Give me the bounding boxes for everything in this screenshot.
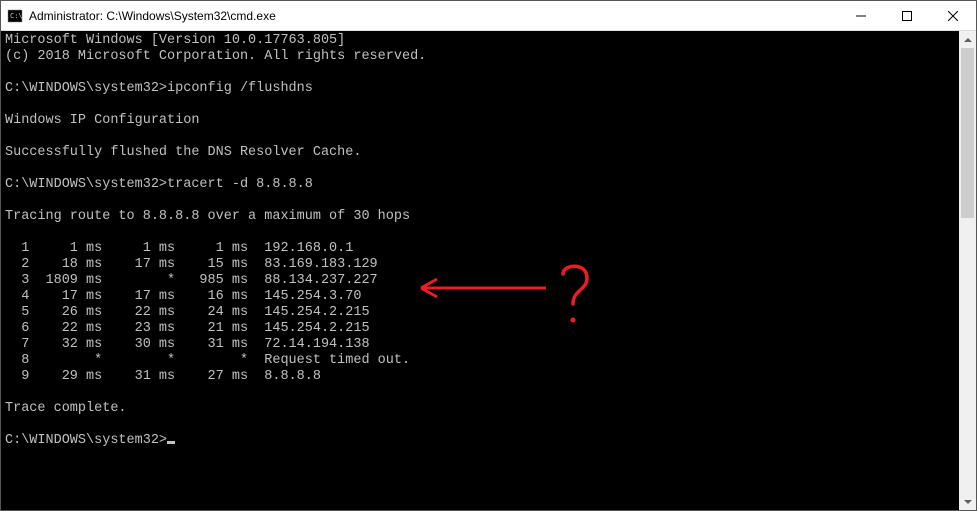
maximize-button[interactable]	[884, 1, 930, 30]
tracert-rows: 1 1 ms 1 ms 1 ms 192.168.0.1 2 18 ms 17 …	[5, 241, 410, 384]
prompt-3: C:\WINDOWS\system32>	[5, 433, 167, 448]
ipconfig-header: Windows IP Configuration	[5, 113, 199, 128]
tracert-complete: Trace complete.	[5, 401, 127, 416]
banner-line-2: (c) 2018 Microsoft Corporation. All righ…	[5, 49, 426, 64]
prompt-1: C:\WINDOWS\system32>	[5, 81, 167, 96]
cmd-icon: C:\	[7, 8, 23, 24]
cmd-window: C:\ Administrator: C:\Windows\System32\c…	[0, 0, 977, 511]
svg-text:C:\: C:\	[10, 12, 23, 20]
vertical-scrollbar[interactable]	[959, 31, 976, 510]
cursor	[167, 441, 175, 444]
prompt-2: C:\WINDOWS\system32>	[5, 177, 167, 192]
ipconfig-result: Successfully flushed the DNS Resolver Ca…	[5, 145, 361, 160]
scrollbar-down-button[interactable]	[959, 493, 976, 510]
scrollbar-track[interactable]	[959, 48, 976, 493]
command-1: ipconfig /flushdns	[167, 81, 313, 96]
banner-line-1: Microsoft Windows [Version 10.0.17763.80…	[5, 33, 345, 48]
terminal[interactable]: Microsoft Windows [Version 10.0.17763.80…	[1, 31, 959, 510]
close-button[interactable]	[930, 1, 976, 30]
tracert-header: Tracing route to 8.8.8.8 over a maximum …	[5, 209, 410, 224]
minimize-button[interactable]	[838, 1, 884, 30]
scrollbar-thumb[interactable]	[961, 48, 974, 218]
scrollbar-up-button[interactable]	[959, 31, 976, 48]
window-title: Administrator: C:\Windows\System32\cmd.e…	[29, 9, 838, 23]
command-2: tracert -d 8.8.8.8	[167, 177, 313, 192]
titlebar[interactable]: C:\ Administrator: C:\Windows\System32\c…	[1, 1, 976, 31]
window-controls	[838, 1, 976, 30]
terminal-area: Microsoft Windows [Version 10.0.17763.80…	[1, 31, 976, 510]
